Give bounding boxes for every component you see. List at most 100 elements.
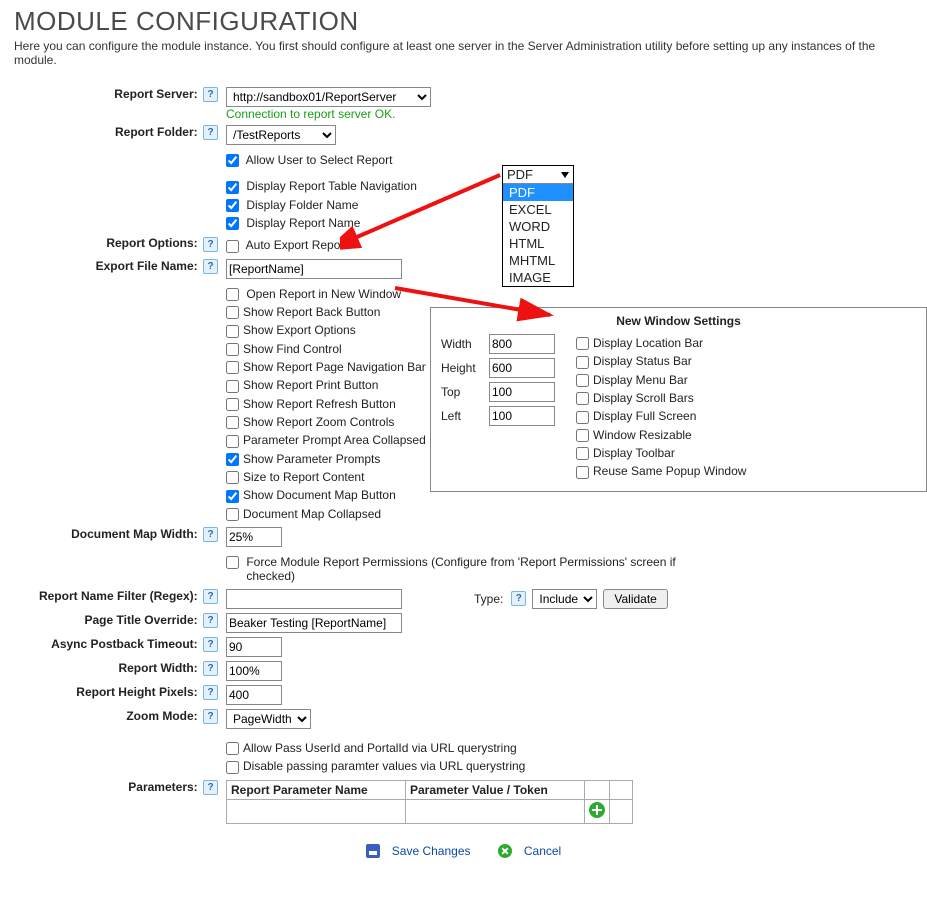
input-name-filter[interactable] (226, 589, 402, 609)
cancel-button[interactable]: Cancel (492, 844, 567, 858)
input-win-top[interactable] (489, 382, 555, 402)
export-format-selected: PDF (507, 167, 533, 182)
chk-show-docmap-btn[interactable] (226, 490, 239, 503)
chk-show-export-options[interactable] (226, 325, 239, 338)
chk-docmap-collapsed[interactable] (226, 508, 239, 521)
help-icon[interactable] (203, 527, 218, 542)
chk-display-report-name[interactable] (226, 217, 239, 230)
label-report-height: Report Height Pixels: (76, 685, 197, 699)
lbl-location-bar: Display Location Bar (593, 336, 703, 350)
input-page-title[interactable] (226, 613, 402, 633)
chk-show-refresh[interactable] (226, 398, 239, 411)
input-report-width[interactable] (226, 661, 282, 681)
lbl-toolbar: Display Toolbar (593, 446, 675, 460)
chk-allow-pass-ids[interactable] (226, 742, 239, 755)
zoom-mode-select[interactable]: PageWidth (226, 709, 311, 729)
help-icon[interactable] (203, 709, 218, 724)
chk-allow-user-select[interactable] (226, 154, 239, 167)
lbl-size-to-content: Size to Report Content (243, 470, 364, 484)
server-status: Connection to report server OK. (226, 107, 909, 121)
lbl-show-find: Show Find Control (243, 342, 342, 356)
lbl-show-docmap-btn: Show Document Map Button (243, 488, 396, 502)
export-format-dropdown[interactable]: PDF PDF EXCEL WORD HTML MHTML IMAGE (502, 165, 574, 287)
help-icon[interactable] (203, 125, 218, 140)
format-option[interactable]: EXCEL (503, 201, 573, 218)
chevron-down-icon (561, 172, 569, 178)
input-report-height[interactable] (226, 685, 282, 705)
chk-param-collapsed[interactable] (226, 435, 239, 448)
save-icon (366, 844, 380, 858)
chk-full-screen[interactable] (576, 411, 589, 424)
lbl-win-width: Width (441, 337, 489, 351)
input-export-filename[interactable] (226, 259, 402, 279)
input-win-left[interactable] (489, 406, 555, 426)
help-icon[interactable] (203, 685, 218, 700)
param-header-value: Parameter Value / Token (406, 780, 585, 799)
chk-menu-bar[interactable] (576, 374, 589, 387)
help-icon[interactable] (203, 87, 218, 102)
lbl-display-folder-name: Display Folder Name (246, 198, 358, 212)
help-icon[interactable] (203, 637, 218, 652)
format-option[interactable]: MHTML (503, 252, 573, 269)
lbl-auto-export: Auto Export Report (246, 238, 348, 252)
add-param-icon[interactable] (589, 802, 605, 818)
help-icon[interactable] (203, 589, 218, 604)
validate-button[interactable]: Validate (603, 589, 667, 609)
label-async-timeout: Async Postback Timeout: (51, 637, 197, 651)
lbl-status-bar: Display Status Bar (593, 354, 692, 368)
input-docmap-width[interactable] (226, 527, 282, 547)
format-option[interactable]: PDF (503, 184, 573, 201)
save-button[interactable]: Save Changes (360, 844, 477, 858)
format-option[interactable]: IMAGE (503, 269, 573, 286)
chk-show-param-prompts[interactable] (226, 453, 239, 466)
chk-display-table-nav[interactable] (226, 181, 239, 194)
chk-scroll-bars[interactable] (576, 392, 589, 405)
report-server-select[interactable]: http://sandbox01/ReportServer (226, 87, 431, 107)
chk-show-print[interactable] (226, 380, 239, 393)
format-option[interactable]: WORD (503, 218, 573, 235)
chk-force-permissions[interactable] (226, 556, 239, 569)
lbl-show-print: Show Report Print Button (243, 378, 378, 392)
chk-reuse-popup[interactable] (576, 466, 589, 479)
page-subtitle: Here you can configure the module instan… (14, 39, 913, 67)
help-icon[interactable] (511, 591, 526, 606)
param-name-input[interactable] (231, 803, 401, 819)
chk-display-folder-name[interactable] (226, 199, 239, 212)
label-zoom-mode: Zoom Mode: (126, 709, 197, 723)
help-icon[interactable] (203, 613, 218, 628)
chk-toolbar[interactable] (576, 447, 589, 460)
chk-location-bar[interactable] (576, 337, 589, 350)
chk-status-bar[interactable] (576, 356, 589, 369)
lbl-show-zoom: Show Report Zoom Controls (243, 415, 394, 429)
chk-size-to-content[interactable] (226, 471, 239, 484)
chk-open-new-window[interactable] (226, 288, 239, 301)
format-option[interactable]: HTML (503, 235, 573, 252)
chk-resizable[interactable] (576, 429, 589, 442)
help-icon[interactable] (203, 259, 218, 274)
lbl-open-new-window: Open Report in New Window (246, 287, 401, 301)
lbl-resizable: Window Resizable (593, 428, 692, 442)
lbl-force-permissions: Force Module Report Permissions (Configu… (246, 555, 676, 583)
type-filter-select[interactable]: Include (532, 589, 597, 609)
input-async-timeout[interactable] (226, 637, 282, 657)
chk-show-page-nav[interactable] (226, 361, 239, 374)
report-folder-select[interactable]: /TestReports (226, 125, 336, 145)
input-win-height[interactable] (489, 358, 555, 378)
chk-show-find[interactable] (226, 343, 239, 356)
param-value-input[interactable] (410, 803, 580, 819)
label-report-options: Report Options: (106, 236, 197, 250)
label-page-title-override: Page Title Override: (85, 613, 198, 627)
chk-auto-export[interactable] (226, 240, 239, 253)
help-icon[interactable] (203, 780, 218, 795)
lbl-show-refresh: Show Report Refresh Button (243, 397, 396, 411)
label-report-width: Report Width: (118, 661, 197, 675)
input-win-width[interactable] (489, 334, 555, 354)
help-icon[interactable] (203, 661, 218, 676)
chk-show-back[interactable] (226, 306, 239, 319)
lbl-show-back: Show Report Back Button (243, 305, 380, 319)
chk-show-zoom[interactable] (226, 416, 239, 429)
lbl-win-top: Top (441, 385, 489, 399)
label-report-server: Report Server: (114, 87, 197, 101)
help-icon[interactable] (203, 237, 218, 252)
chk-disable-param-pass[interactable] (226, 761, 239, 774)
